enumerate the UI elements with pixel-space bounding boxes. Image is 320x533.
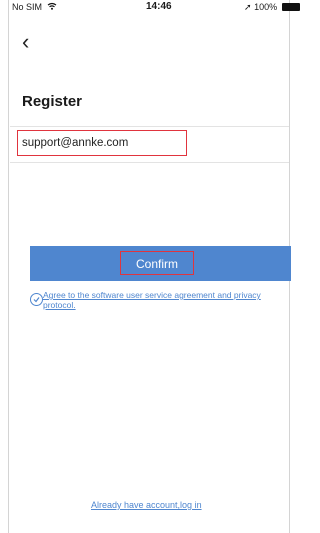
location-icon: ➚ <box>244 2 252 12</box>
confirm-button-label[interactable]: Confirm <box>120 251 194 275</box>
login-link[interactable]: Already have account,log in <box>91 500 202 510</box>
agreement-link[interactable]: Agree to the software user service agree… <box>43 290 283 310</box>
carrier-label: No SIM <box>12 2 57 12</box>
status-time: 14:46 <box>146 1 172 12</box>
page-title: Register <box>22 93 83 110</box>
wifi-icon <box>47 2 57 12</box>
check-circle-icon[interactable] <box>30 293 43 306</box>
email-field[interactable]: support@annke.com <box>17 130 187 156</box>
email-value: support@annke.com <box>22 137 129 149</box>
back-icon[interactable]: ‹ <box>22 31 36 53</box>
status-bar: No SIM 14:46 ➚ 100% <box>10 0 302 14</box>
field-divider-bottom <box>10 162 289 163</box>
left-edge <box>8 0 9 533</box>
battery-label: ➚ 100% <box>244 2 278 12</box>
field-divider-top <box>10 126 289 127</box>
battery-icon <box>282 3 300 11</box>
